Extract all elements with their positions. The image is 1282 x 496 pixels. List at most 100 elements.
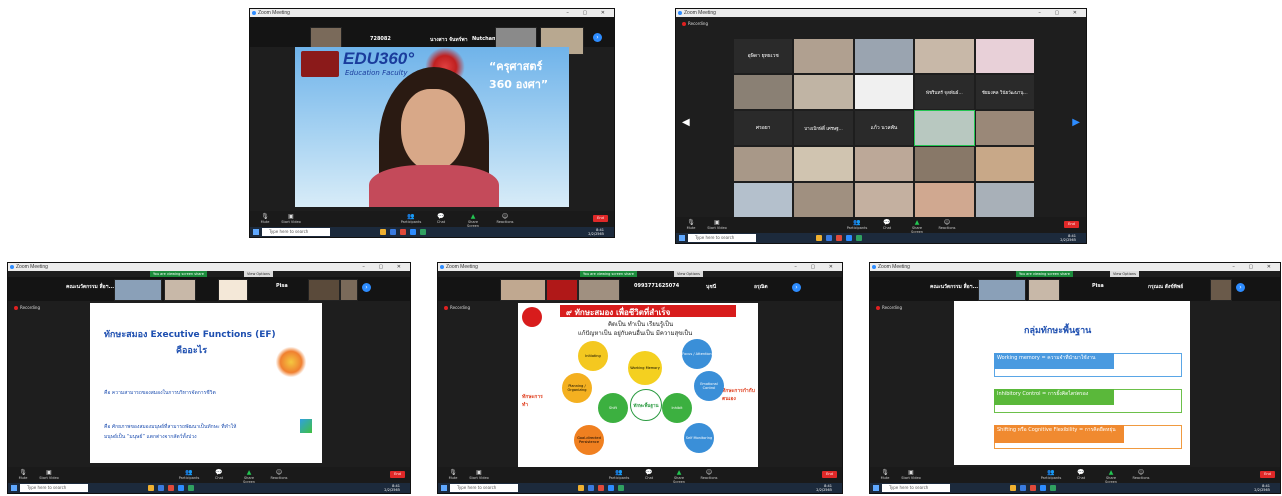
window-controls[interactable]: – ▢ ✕ bbox=[794, 264, 839, 270]
taskbar-app-icon[interactable] bbox=[608, 485, 614, 491]
mute-button[interactable]: 🎙 Mute bbox=[874, 469, 896, 480]
gallery-tile[interactable] bbox=[794, 39, 853, 73]
taskbar-app-icon[interactable] bbox=[826, 235, 832, 241]
chat-button[interactable]: 💬 Chat bbox=[638, 469, 660, 480]
taskbar-search[interactable]: Type here to search bbox=[20, 484, 88, 492]
windows-start-icon[interactable] bbox=[11, 485, 17, 491]
gallery-tile[interactable] bbox=[854, 39, 914, 73]
reactions-button[interactable]: ☺ Reactions bbox=[936, 219, 958, 230]
participant-tile[interactable] bbox=[340, 279, 358, 301]
taskbar-app-icon[interactable] bbox=[816, 235, 822, 241]
taskbar-app-icon[interactable] bbox=[598, 485, 604, 491]
gallery-tile[interactable] bbox=[975, 111, 1034, 145]
gallery-tile[interactable] bbox=[915, 39, 974, 73]
taskbar-app-icon[interactable] bbox=[168, 485, 174, 491]
taskbar-app-icon[interactable] bbox=[578, 485, 584, 491]
end-button[interactable]: End bbox=[593, 215, 608, 222]
participant-tile[interactable] bbox=[1028, 279, 1060, 301]
taskbar-search[interactable]: Type here to search bbox=[688, 234, 756, 242]
video-button[interactable]: ▣ Start Video bbox=[280, 213, 302, 224]
taskbar-app-icon[interactable] bbox=[380, 229, 386, 235]
window-controls[interactable]: – ▢ ✕ bbox=[1038, 10, 1083, 16]
reactions-button[interactable]: ☺ Reactions bbox=[494, 213, 516, 224]
window-controls[interactable]: – ▢ ✕ bbox=[362, 264, 407, 270]
taskbar-app-icon[interactable] bbox=[1030, 485, 1036, 491]
window-controls[interactable]: – ▢ ✕ bbox=[1232, 264, 1277, 270]
participants-button[interactable]: 👥 Participants bbox=[178, 469, 200, 480]
participants-button[interactable]: 👥 Participants bbox=[846, 219, 868, 230]
next-page-button[interactable]: › bbox=[362, 283, 371, 292]
taskbar-search[interactable]: Type here to search bbox=[262, 228, 330, 236]
participants-button[interactable]: 👥 Participants bbox=[1040, 469, 1062, 480]
next-page-button[interactable]: › bbox=[593, 33, 602, 42]
gallery-tile[interactable] bbox=[794, 147, 853, 181]
next-page-button[interactable]: › bbox=[792, 283, 801, 292]
chat-button[interactable]: 💬 Chat bbox=[208, 469, 230, 480]
windows-start-icon[interactable] bbox=[873, 485, 879, 491]
gallery-tile[interactable] bbox=[854, 183, 914, 217]
participant-tile[interactable] bbox=[500, 279, 546, 301]
taskbar-app-icon[interactable] bbox=[178, 485, 184, 491]
taskbar-app-icon[interactable] bbox=[1040, 485, 1046, 491]
participant-tile[interactable] bbox=[978, 279, 1026, 301]
video-button[interactable]: ▣ Start Video bbox=[468, 469, 490, 480]
reactions-button[interactable]: ☺ Reactions bbox=[268, 469, 290, 480]
participant-tile[interactable] bbox=[218, 279, 248, 301]
end-button[interactable]: End bbox=[1064, 221, 1079, 228]
taskbar-search[interactable]: Type here to search bbox=[882, 484, 950, 492]
gallery-tile[interactable] bbox=[975, 39, 1034, 73]
taskbar-app-icon[interactable] bbox=[420, 229, 426, 235]
share-screen-button[interactable]: ▲ Share Screen bbox=[462, 213, 484, 228]
mute-button[interactable]: 🎙 Mute bbox=[12, 469, 34, 480]
taskbar-app-icon[interactable] bbox=[158, 485, 164, 491]
share-screen-button[interactable]: ▲ Share Screen bbox=[238, 469, 260, 484]
next-page-button[interactable]: › bbox=[1236, 283, 1245, 292]
gallery-tile[interactable]: อุษิดา ยุทธเวช bbox=[734, 39, 793, 73]
participants-button[interactable]: 👥 Participants bbox=[608, 469, 630, 480]
participant-tile[interactable] bbox=[308, 279, 340, 301]
gallery-tile[interactable] bbox=[794, 183, 853, 217]
taskbar-app-icon[interactable] bbox=[846, 235, 852, 241]
mute-button[interactable]: 🎙 Mute bbox=[680, 219, 702, 230]
taskbar-app-icon[interactable] bbox=[1050, 485, 1056, 491]
end-button[interactable]: End bbox=[822, 471, 837, 478]
windows-start-icon[interactable] bbox=[253, 229, 259, 235]
chat-button[interactable]: 💬 Chat bbox=[430, 213, 452, 224]
end-button[interactable]: End bbox=[1260, 471, 1275, 478]
chat-button[interactable]: 💬 Chat bbox=[1070, 469, 1092, 480]
participant-tile[interactable] bbox=[114, 279, 162, 301]
gallery-tile[interactable] bbox=[975, 183, 1034, 217]
taskbar-app-icon[interactable] bbox=[588, 485, 594, 491]
taskbar-app-icon[interactable] bbox=[1010, 485, 1016, 491]
participants-button[interactable]: 👥 Participants bbox=[400, 213, 422, 224]
gallery-tile[interactable] bbox=[854, 147, 914, 181]
share-screen-button[interactable]: ▲ Share Screen bbox=[668, 469, 690, 484]
taskbar-app-icon[interactable] bbox=[188, 485, 194, 491]
taskbar-app-icon[interactable] bbox=[148, 485, 154, 491]
gallery-tile[interactable] bbox=[794, 75, 853, 109]
participant-tile[interactable] bbox=[546, 279, 578, 301]
reactions-button[interactable]: ☺ Reactions bbox=[698, 469, 720, 480]
mute-button[interactable]: 🎙 Mute bbox=[442, 469, 464, 480]
gallery-tile[interactable]: พัชรินทร์ จุลพันธ์... bbox=[915, 75, 974, 109]
chat-button[interactable]: 💬 Chat bbox=[876, 219, 898, 230]
taskbar-app-icon[interactable] bbox=[390, 229, 396, 235]
gallery-tile[interactable] bbox=[734, 75, 793, 109]
gallery-tile[interactable] bbox=[734, 147, 793, 181]
video-button[interactable]: ▣ Start Video bbox=[706, 219, 728, 230]
gallery-tile[interactable] bbox=[975, 147, 1034, 181]
gallery-tile[interactable] bbox=[734, 183, 793, 217]
next-page-arrow[interactable]: ▶ bbox=[1072, 117, 1080, 128]
taskbar-app-icon[interactable] bbox=[410, 229, 416, 235]
share-screen-button[interactable]: ▲ Share Screen bbox=[906, 219, 928, 234]
participant-tile[interactable] bbox=[578, 279, 620, 301]
video-button[interactable]: ▣ Start Video bbox=[38, 469, 60, 480]
gallery-tile[interactable]: ศรอยา bbox=[734, 111, 793, 145]
gallery-tile[interactable] bbox=[915, 147, 974, 181]
window-controls[interactable]: – ▢ ✕ bbox=[566, 10, 611, 16]
gallery-tile-active-speaker[interactable] bbox=[914, 110, 975, 146]
share-screen-button[interactable]: ▲ Share Screen bbox=[1100, 469, 1122, 484]
gallery-tile[interactable] bbox=[854, 75, 914, 109]
taskbar-search[interactable]: Type here to search bbox=[450, 484, 518, 492]
taskbar-app-icon[interactable] bbox=[1020, 485, 1026, 491]
